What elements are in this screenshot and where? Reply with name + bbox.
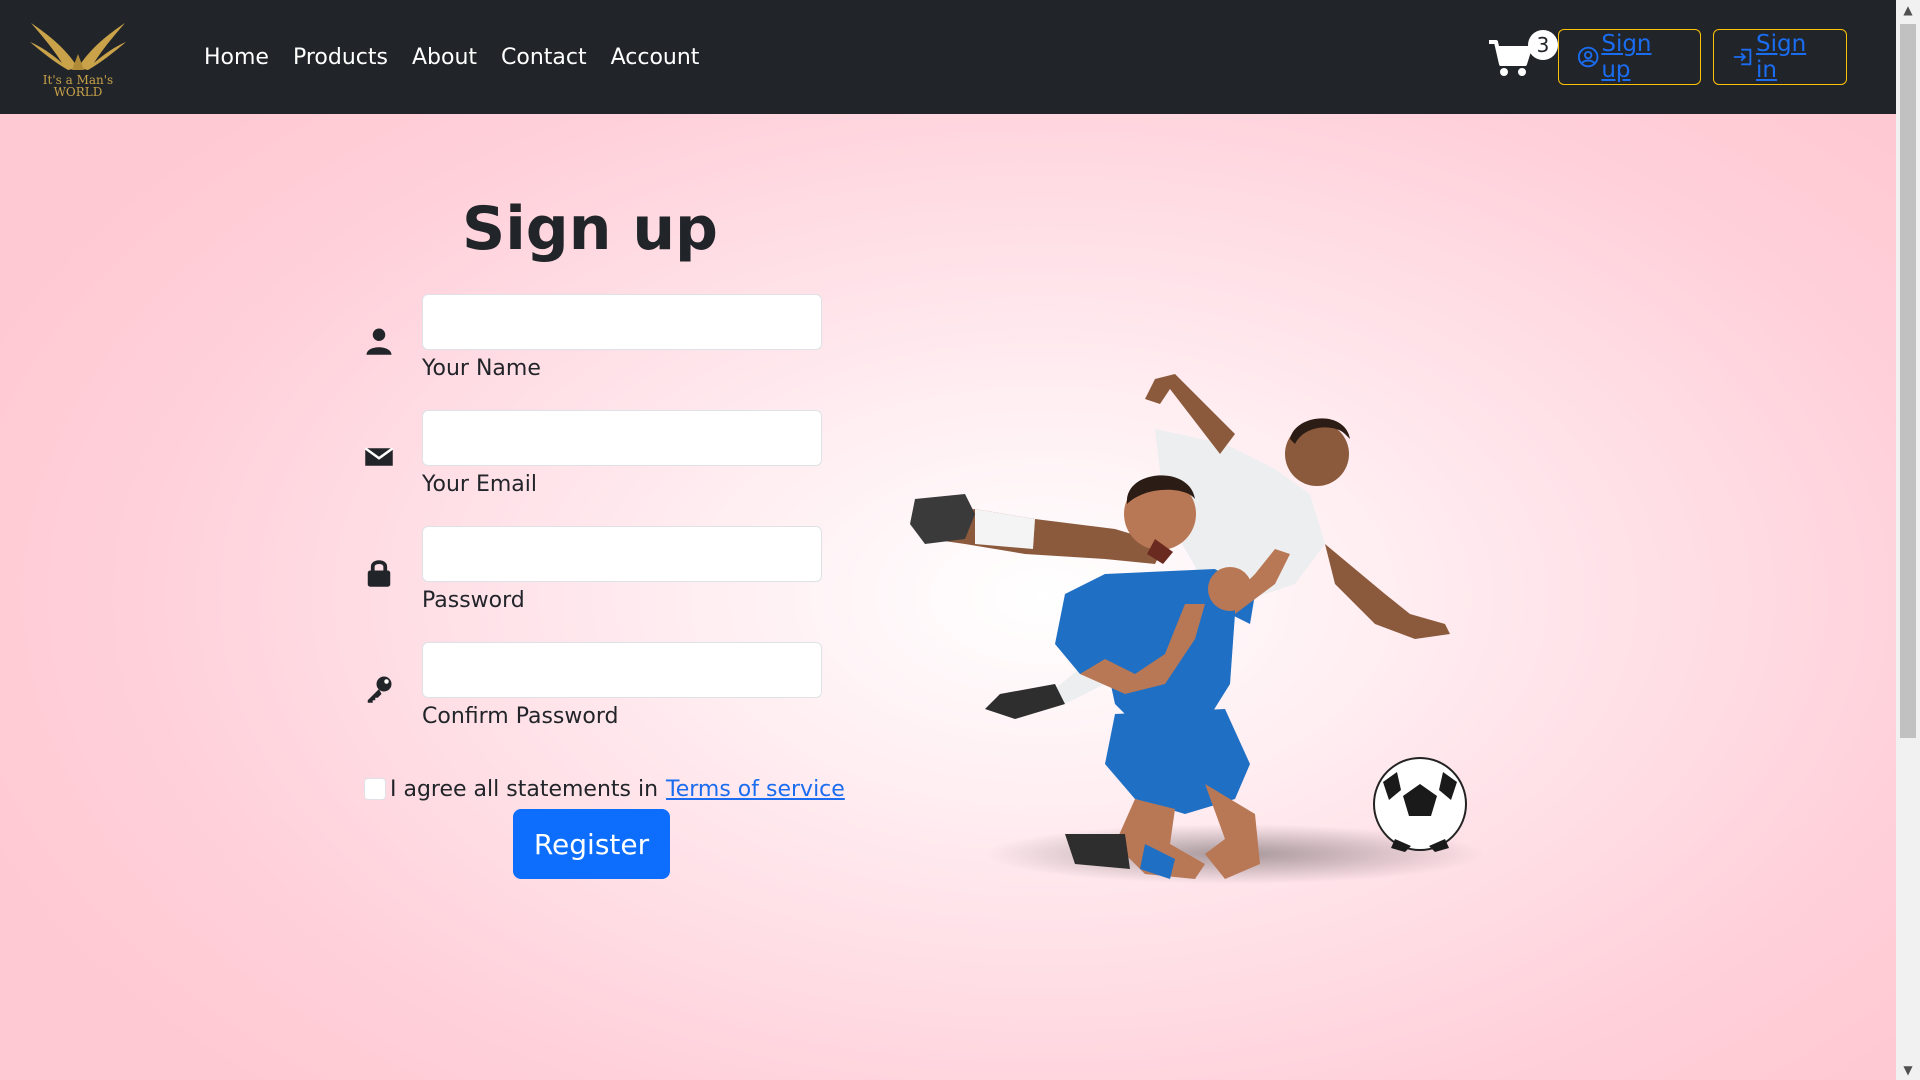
football-ball: [1373, 757, 1467, 852]
key-icon: [362, 672, 396, 706]
register-button[interactable]: Register: [513, 809, 670, 879]
name-input[interactable]: [422, 294, 822, 350]
envelope-icon: [362, 440, 396, 474]
cart-button[interactable]: 3: [1488, 30, 1558, 82]
confirm-password-field-row: Confirm Password: [362, 642, 822, 732]
sign-in-icon: [1733, 48, 1752, 66]
nav-link-about[interactable]: About: [400, 45, 489, 70]
cart-icon: [1489, 40, 1532, 76]
password-label: Password: [422, 588, 525, 613]
agree-checkbox[interactable]: [364, 778, 386, 800]
brand-logo[interactable]: It's a Man's WORLD: [16, 18, 140, 99]
nav-link-products[interactable]: Products: [281, 45, 400, 70]
confirm-password-label: Confirm Password: [422, 704, 619, 729]
signup-page: Sign up Your Name Your Email Password Co…: [0, 114, 1896, 1080]
vertical-scrollbar[interactable]: ▲ ▼: [1896, 0, 1920, 1080]
nav-link-account[interactable]: Account: [599, 45, 712, 70]
email-field-row: Your Email: [362, 410, 822, 500]
nav-link-home[interactable]: Home: [192, 45, 281, 70]
navbar: It's a Man's WORLD Home Products About C…: [0, 0, 1896, 114]
terms-of-service-link[interactable]: Terms of service: [666, 777, 845, 802]
user-icon: [362, 324, 396, 358]
user-circle-icon: [1577, 46, 1599, 68]
nav-links: Home Products About Contact Account: [192, 0, 711, 114]
password-input[interactable]: [422, 526, 822, 582]
cart-count-badge: 3: [1528, 30, 1558, 60]
agree-text: I agree all statements in: [390, 776, 659, 802]
email-input[interactable]: [422, 410, 822, 466]
brand-logo-graphic: It's a Man's WORLD: [30, 23, 126, 99]
signin-button[interactable]: Sign in: [1713, 29, 1847, 85]
name-label: Your Name: [422, 356, 541, 381]
signin-button-label: Sign in: [1756, 31, 1807, 83]
lock-icon: [362, 556, 396, 590]
page-title: Sign up: [462, 194, 718, 264]
scroll-down-arrow[interactable]: ▼: [1896, 1060, 1920, 1080]
football-players-image: [910, 374, 1485, 884]
email-label: Your Email: [422, 472, 537, 497]
confirm-password-input[interactable]: [422, 642, 822, 698]
terms-agreement: I agree all statements in Terms of servi…: [364, 774, 845, 804]
svg-text:WORLD: WORLD: [54, 85, 103, 98]
scroll-up-arrow[interactable]: ▲: [1896, 0, 1920, 20]
signup-button[interactable]: Sign up: [1558, 29, 1701, 85]
name-field-row: Your Name: [362, 294, 822, 384]
password-field-row: Password: [362, 526, 822, 616]
signup-button-label: Sign up: [1601, 31, 1652, 83]
scroll-thumb[interactable]: [1900, 24, 1916, 738]
nav-link-contact[interactable]: Contact: [489, 45, 599, 70]
